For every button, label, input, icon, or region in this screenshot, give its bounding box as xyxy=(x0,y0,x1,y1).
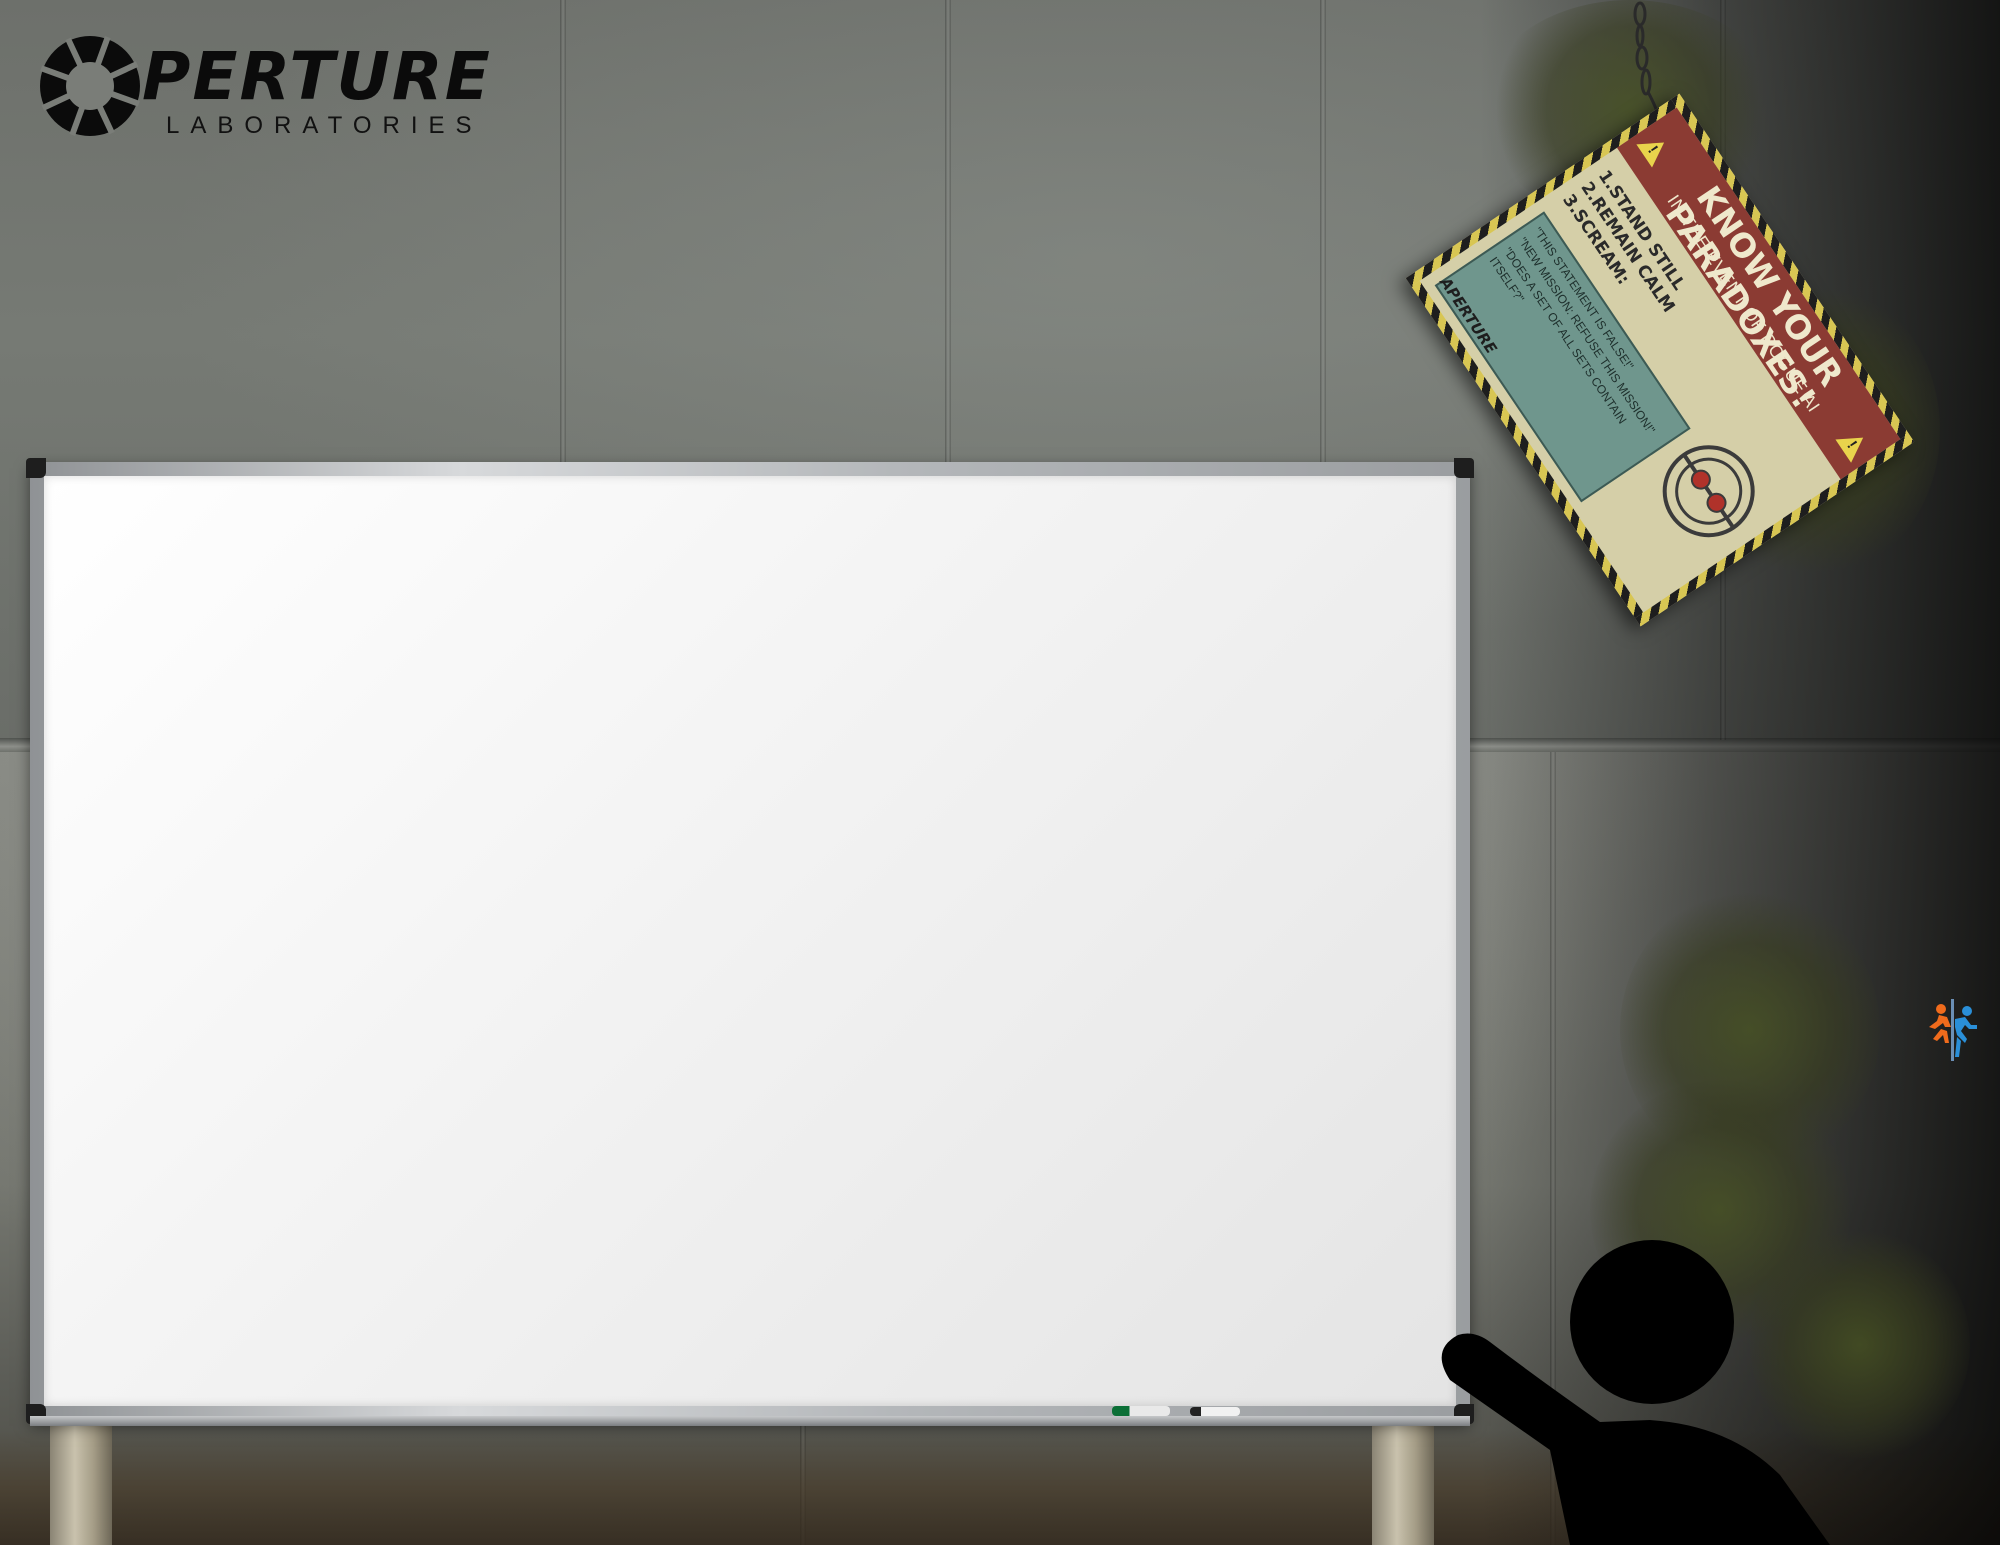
stick-figure-presenter xyxy=(1441,1240,1830,1545)
portal-runner-icon xyxy=(1929,999,1977,1061)
warning-icon: ! xyxy=(1835,426,1871,463)
whiteboard xyxy=(26,458,1474,1426)
aperture-logo: PERTURE LABORATORIES xyxy=(30,26,550,146)
logo-subtitle: LABORATORIES xyxy=(166,112,483,139)
green-marker[interactable] xyxy=(1112,1406,1170,1416)
eraser-marker[interactable] xyxy=(1190,1407,1240,1416)
marker-tray xyxy=(30,1416,1470,1426)
whiteboard-surface[interactable] xyxy=(44,476,1456,1406)
whiteboard-corner xyxy=(1454,458,1474,478)
logo-wordmark: PERTURE xyxy=(142,38,492,115)
whiteboard-leg-left xyxy=(50,1405,112,1545)
whiteboard-corner xyxy=(26,458,46,478)
aperture-logo-icon xyxy=(40,36,140,136)
whiteboard-leg-right xyxy=(1372,1405,1434,1545)
